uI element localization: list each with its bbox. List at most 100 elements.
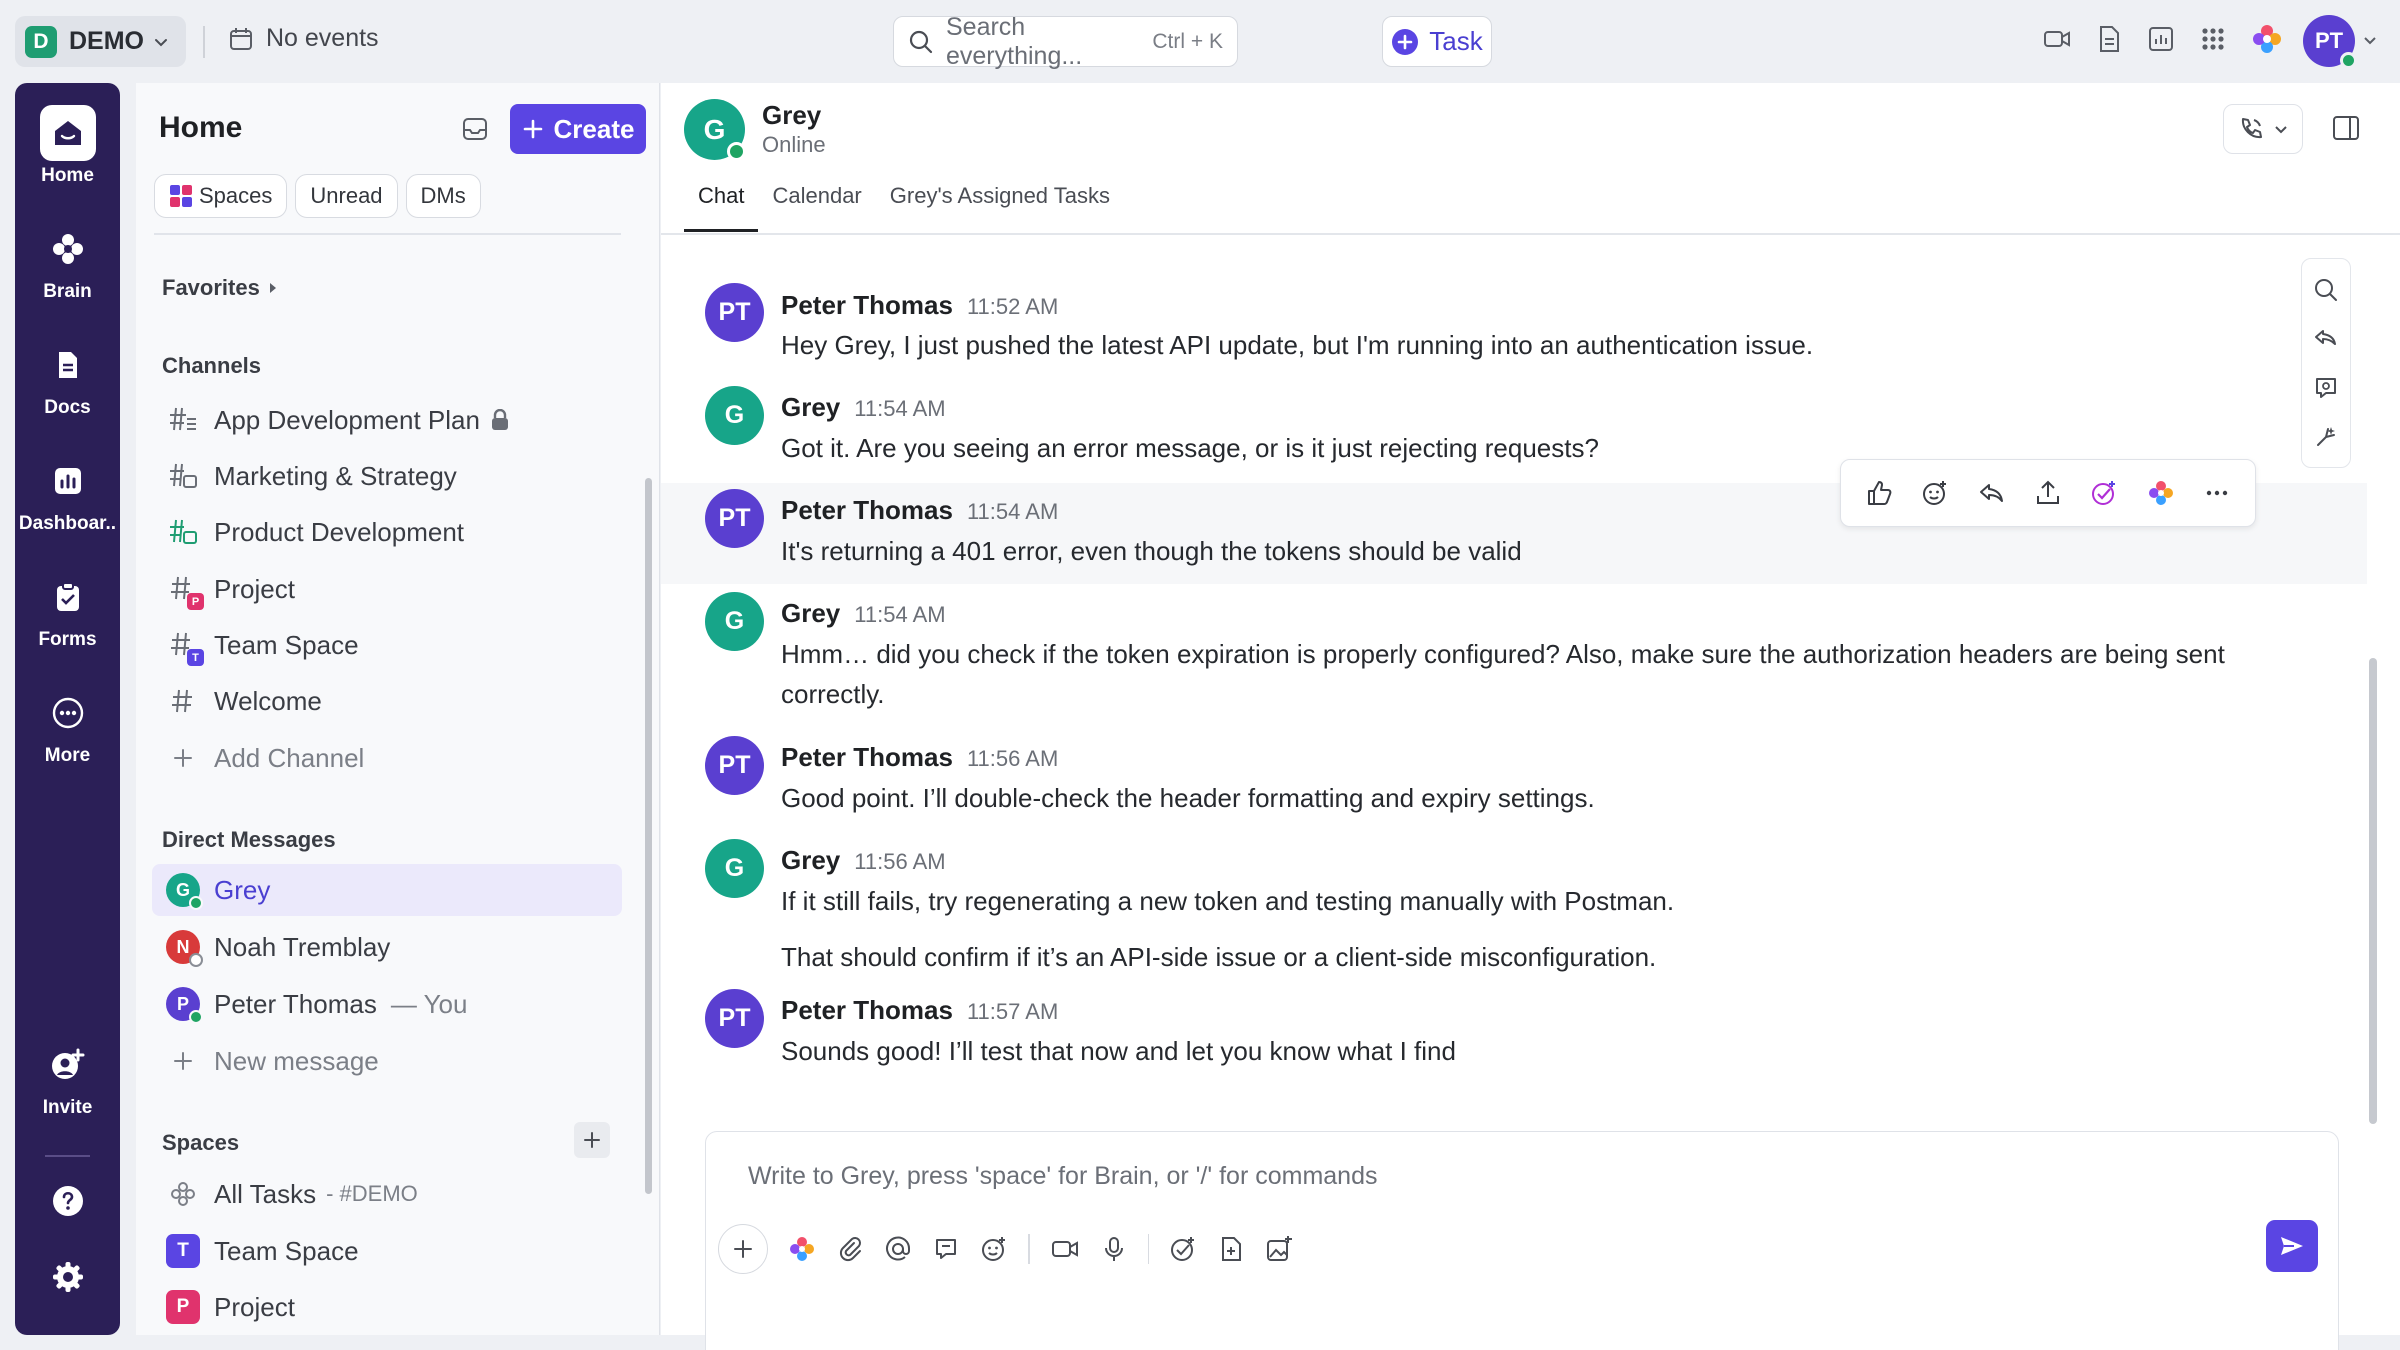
channel-item[interactable]: Welcome xyxy=(152,675,622,727)
message-author[interactable]: Peter Thomas 11:54 AM xyxy=(781,495,1058,526)
rail-more[interactable]: More xyxy=(15,685,120,767)
contact-name[interactable]: Grey xyxy=(762,100,821,131)
section-label: Direct Messages xyxy=(162,827,336,852)
paperclip-icon[interactable] xyxy=(836,1235,864,1263)
send-button[interactable] xyxy=(2266,1220,2318,1272)
add-doc-icon[interactable] xyxy=(1217,1235,1245,1263)
call-button[interactable] xyxy=(2223,104,2303,154)
add-channel-button[interactable]: Add Channel xyxy=(152,732,622,784)
contact-avatar[interactable]: G xyxy=(684,99,746,161)
add-task-icon[interactable] xyxy=(1169,1235,1197,1263)
message-composer[interactable]: Write to Grey, press 'space' for Brain, … xyxy=(705,1131,2339,1350)
all-tasks-icon xyxy=(166,1177,200,1211)
sidebar-title: Home xyxy=(159,111,243,144)
chip-unread[interactable]: Unread xyxy=(295,174,398,218)
composer-placeholder[interactable]: Write to Grey, press 'space' for Brain, … xyxy=(748,1162,1377,1191)
dm-header[interactable]: Direct Messages xyxy=(162,827,336,853)
tab-chat[interactable]: Chat xyxy=(684,183,759,232)
avatar[interactable]: G xyxy=(705,592,764,651)
video-clip-icon[interactable] xyxy=(1050,1235,1080,1263)
dm-item-noah[interactable]: N Noah Tremblay xyxy=(152,921,622,973)
channels-header[interactable]: Channels xyxy=(162,353,261,379)
apps-grid-icon[interactable] xyxy=(2198,24,2228,54)
space-item-team-space[interactable]: T Team Space xyxy=(152,1225,622,1277)
chat-scrollbar[interactable] xyxy=(2369,658,2377,1124)
message-author[interactable]: Peter Thomas 11:52 AM xyxy=(781,290,1058,321)
settings-button[interactable] xyxy=(15,1249,120,1309)
chip-dms[interactable]: DMs xyxy=(405,174,481,218)
inbox-icon[interactable] xyxy=(461,115,489,143)
dashboard-icon[interactable] xyxy=(2146,24,2176,54)
create-task-icon[interactable] xyxy=(2090,479,2118,507)
rail-home[interactable]: Home xyxy=(15,105,120,187)
rail-forms[interactable]: Forms xyxy=(15,569,120,651)
dm-item-peter[interactable]: P Peter Thomas — You xyxy=(152,978,622,1030)
avatar[interactable]: G xyxy=(705,386,764,445)
search-icon[interactable] xyxy=(2313,277,2339,303)
search-shortcut: Ctrl + K xyxy=(1152,29,1223,53)
comment-icon[interactable] xyxy=(932,1235,960,1263)
workspace-switcher[interactable]: D DEMO xyxy=(15,16,186,67)
brain-ai-icon[interactable] xyxy=(2147,479,2175,507)
channel-item[interactable]: Marketing & Strategy xyxy=(152,450,622,502)
side-panel-icon[interactable] xyxy=(2331,113,2361,143)
brain-ai-icon[interactable] xyxy=(2250,22,2284,56)
rail-invite[interactable]: Invite xyxy=(15,1037,120,1119)
sidebar-scrollbar[interactable] xyxy=(645,478,652,1194)
rail-docs[interactable]: Docs xyxy=(15,337,120,419)
user-avatar[interactable]: PT xyxy=(2303,15,2357,69)
dm-item-grey[interactable]: G Grey xyxy=(152,864,622,916)
chat-tabs: Chat Calendar Grey's Assigned Tasks xyxy=(684,183,1124,232)
message-author[interactable]: Grey 11:54 AM xyxy=(781,392,946,423)
brain-ai-icon[interactable] xyxy=(788,1235,816,1263)
ai-sparkle-icon[interactable] xyxy=(2313,424,2339,450)
channel-item[interactable]: App Development Plan xyxy=(152,394,622,446)
chip-spaces[interactable]: Spaces xyxy=(154,174,288,218)
rail-dashboards[interactable]: Dashboar.. xyxy=(15,453,120,535)
avatar[interactable]: PT xyxy=(705,736,764,795)
share-icon[interactable] xyxy=(2034,479,2062,507)
message-author[interactable]: Grey 11:56 AM xyxy=(781,845,946,876)
section-label: Spaces xyxy=(162,1130,240,1155)
channel-item[interactable]: T Team Space xyxy=(152,619,622,671)
more-options-icon[interactable] xyxy=(2203,479,2231,507)
microphone-icon[interactable] xyxy=(1100,1235,1128,1263)
search-bar[interactable]: Search everything... Ctrl + K xyxy=(893,13,1238,70)
emoji-icon[interactable] xyxy=(980,1235,1008,1263)
new-message-button[interactable]: New message xyxy=(152,1035,622,1087)
message-author[interactable]: Peter Thomas 11:57 AM xyxy=(781,995,1058,1026)
message-author[interactable]: Peter Thomas 11:56 AM xyxy=(781,742,1058,773)
thumbs-up-icon[interactable] xyxy=(1865,479,1893,507)
channel-item[interactable]: P Project xyxy=(152,563,622,615)
add-image-icon[interactable] xyxy=(1265,1235,1293,1263)
replies-icon[interactable] xyxy=(2313,326,2339,352)
mention-icon[interactable] xyxy=(884,1235,912,1263)
chevron-down-icon xyxy=(152,33,170,51)
avatar[interactable]: PT xyxy=(705,283,764,342)
avatar[interactable]: PT xyxy=(705,989,764,1048)
help-button[interactable] xyxy=(15,1173,120,1233)
tab-assigned-tasks[interactable]: Grey's Assigned Tasks xyxy=(876,183,1124,232)
channel-item[interactable]: Product Development xyxy=(152,506,622,558)
reply-icon[interactable] xyxy=(1978,479,2006,507)
message-author[interactable]: Grey 11:54 AM xyxy=(781,598,946,629)
doc-icon[interactable] xyxy=(2094,24,2124,54)
favorites-header[interactable]: Favorites xyxy=(162,275,278,301)
add-attachment-button[interactable] xyxy=(718,1224,768,1274)
chevron-down-icon[interactable] xyxy=(2362,32,2378,48)
add-space-button[interactable] xyxy=(574,1122,610,1158)
video-icon[interactable] xyxy=(2042,24,2072,54)
avatar[interactable]: PT xyxy=(705,489,764,548)
tab-calendar[interactable]: Calendar xyxy=(758,183,875,232)
create-button[interactable]: Create xyxy=(510,104,646,154)
events-button[interactable]: No events xyxy=(228,24,379,53)
rail-brain[interactable]: Brain xyxy=(15,221,120,303)
new-task-button[interactable]: Task xyxy=(1382,16,1492,67)
space-item-project[interactable]: P Project xyxy=(152,1281,622,1333)
add-reaction-icon[interactable] xyxy=(1921,479,1949,507)
comment-icon[interactable] xyxy=(2313,375,2339,401)
spaces-header[interactable]: Spaces xyxy=(162,1130,239,1156)
avatar-wrap: P xyxy=(166,987,203,1024)
avatar[interactable]: G xyxy=(705,839,764,898)
space-item-all-tasks[interactable]: All Tasks - #DEMO xyxy=(152,1168,622,1220)
